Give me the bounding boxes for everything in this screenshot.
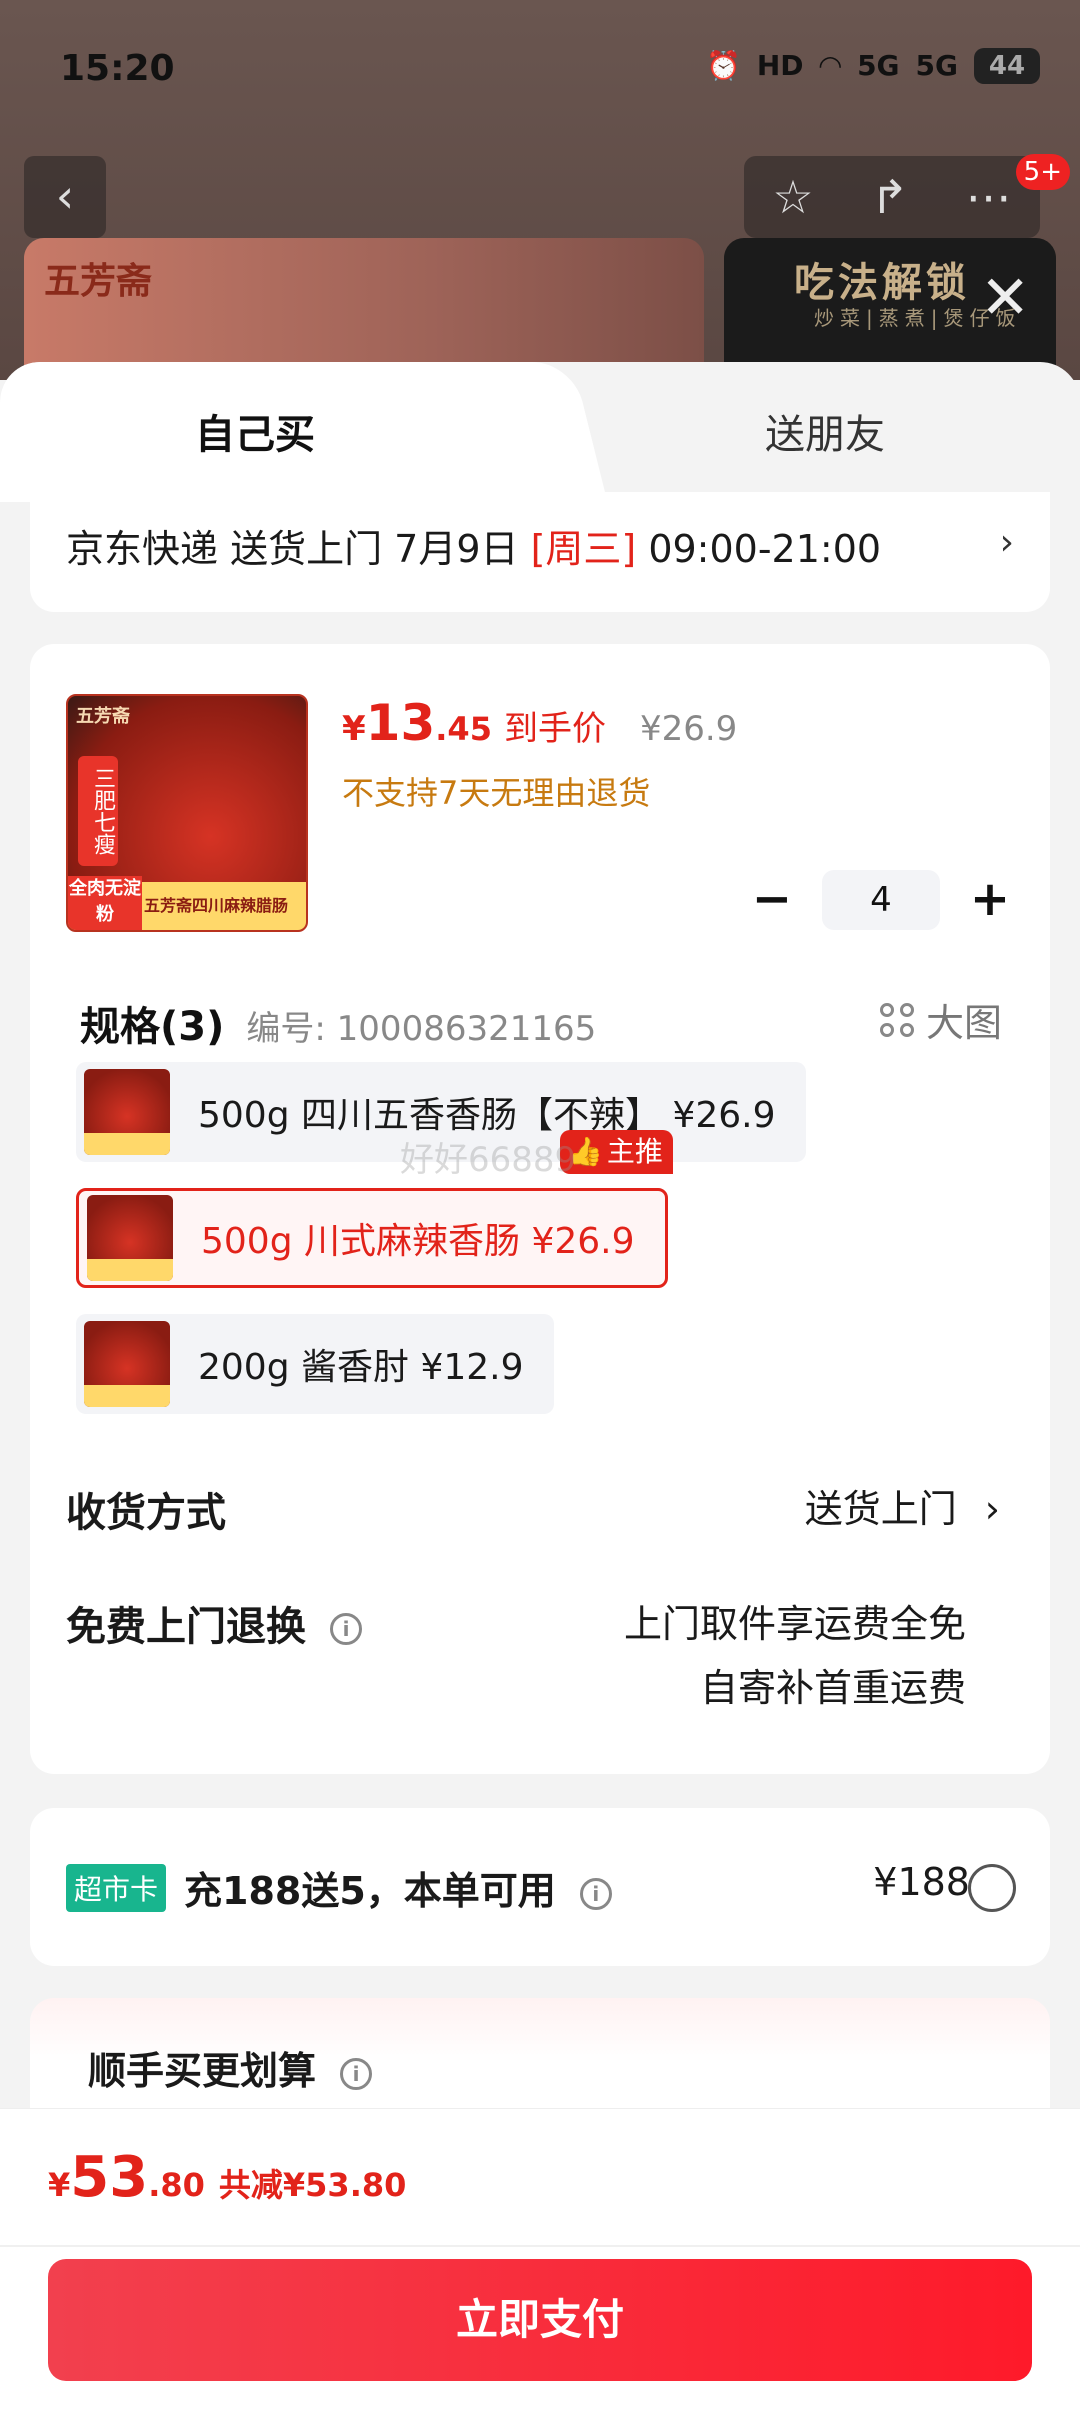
spec-label: 500g 川式麻辣香肠 ¥26.9 — [201, 1221, 635, 1262]
top-actions: ☆ ↱ ⋯ — [744, 156, 1040, 238]
price-label: 到手价 — [503, 709, 606, 749]
hd-icon: HD — [756, 49, 804, 82]
spec-title: 规格(3) — [80, 1004, 225, 1050]
back-button[interactable]: ‹ — [24, 156, 106, 238]
original-price: ¥26.9 — [639, 709, 738, 749]
supermarket-card-radio[interactable] — [968, 1864, 1016, 1912]
watermark: 好好66889 — [400, 1140, 577, 1180]
checkout-footer: ¥ 53 .80 共减¥53.80 立即支付 — [0, 2108, 1080, 2412]
spec-thumbnail — [87, 1195, 173, 1281]
spec-option-selected[interactable]: 500g 川式麻辣香肠 ¥26.9 — [76, 1188, 668, 1288]
banner-title: 吃法解锁 — [794, 259, 970, 306]
divider — [0, 2245, 1080, 2247]
price-line: ¥ 13 .45 到手价 ¥26.9 — [342, 694, 737, 752]
chevron-right-icon: › — [999, 522, 1014, 563]
signal-icon: 5G — [857, 49, 900, 82]
wifi-icon: ◠ — [819, 49, 842, 82]
spec-thumbnail — [84, 1321, 170, 1407]
status-bar: 15:20 ⏰ HD ◠ 5G 5G 44 — [0, 0, 1080, 140]
tab-buy-for-self[interactable]: 自己买 — [0, 402, 510, 460]
spec-label: 500g 四川五香香肠【不辣】 ¥26.9 — [198, 1095, 776, 1136]
big-view-button[interactable]: 大图 — [879, 992, 1002, 1047]
product-image-label: 全肉无淀粉 — [68, 876, 142, 930]
decrease-button[interactable]: − — [742, 870, 802, 930]
status-icons: ⏰ HD ◠ 5G 5G 44 — [706, 46, 1040, 86]
purchase-sheet: 自己买 送朋友 京东快递 送货上门 7月9日 [周三] 09:00-21:00 … — [0, 362, 1080, 2412]
quantity-input[interactable]: 4 — [822, 870, 940, 930]
total-savings: 共减¥53.80 — [218, 2166, 407, 2204]
recommended-badge: 👍 主推 — [560, 1130, 673, 1174]
tab-send-to-friend[interactable]: 送朋友 — [620, 402, 1030, 460]
product-code: 编号: 100086321165 — [246, 1009, 597, 1049]
price-decimal: .45 — [435, 710, 492, 748]
total-integer: 53 — [70, 2145, 149, 2210]
battery-icon: 44 — [974, 48, 1040, 84]
info-icon[interactable]: i — [330, 1613, 362, 1645]
banner-left: 五芳斋 — [24, 238, 704, 380]
info-icon[interactable]: i — [340, 2057, 373, 2090]
free-return-value: 上门取件享运费全免 自寄补首重运费 — [623, 1602, 966, 1710]
quantity-stepper: − 4 + — [742, 870, 1020, 930]
supermarket-card-badge: 超市卡 — [66, 1864, 167, 1912]
product-image-brand: 五芳斋 — [76, 706, 130, 727]
info-icon[interactable]: i — [579, 1877, 612, 1910]
total-price: ¥ 53 .80 共减¥53.80 — [48, 2145, 406, 2210]
total-currency: ¥ — [48, 2166, 71, 2204]
return-policy: 不支持7天无理由退货 — [342, 774, 651, 812]
spec-header: 规格(3) 编号: 100086321165 — [80, 994, 596, 1052]
extra-deals-title: 顺手买更划算 i — [88, 2040, 373, 2095]
share-icon[interactable]: ↱ — [870, 170, 909, 224]
increase-button[interactable]: + — [960, 870, 1020, 930]
close-icon[interactable]: ✕ — [980, 268, 1030, 328]
delivery-text: 京东快递 送货上门 7月9日 [周三] 09:00-21:00 — [66, 527, 882, 571]
chevron-right-icon: › — [984, 1487, 1000, 1531]
product-image-tag: 三肥七瘦 — [78, 756, 118, 866]
shipping-label: 收货方式 — [66, 1490, 226, 1536]
big-view-label: 大图 — [925, 1001, 1002, 1045]
grid-icon — [879, 1002, 914, 1037]
signal-icon: 5G — [915, 49, 958, 82]
supermarket-card-text: 充188送5，本单可用 i — [184, 1860, 612, 1915]
shipping-method[interactable]: 送货上门 › — [805, 1478, 1000, 1533]
status-time: 15:20 — [60, 48, 175, 89]
product-image[interactable]: 五芳斋 三肥七瘦 五芳斋四川麻辣腊肠 全肉无淀粉 — [66, 694, 308, 932]
notification-badge: 5+ — [1015, 154, 1070, 190]
price-integer: 13 — [365, 694, 436, 752]
more-icon[interactable]: ⋯ — [966, 170, 1012, 224]
delivery-weekday: [周三] — [530, 527, 637, 571]
spec-label: 200g 酱香肘 ¥12.9 — [198, 1347, 524, 1388]
supermarket-card-price: ¥188 — [873, 1860, 970, 1904]
spec-thumbnail — [84, 1069, 170, 1155]
total-decimal: .80 — [148, 2166, 205, 2204]
star-icon[interactable]: ☆ — [772, 170, 813, 224]
product-card: 五芳斋 三肥七瘦 五芳斋四川麻辣腊肠 全肉无淀粉 ¥ 13 .45 到手价 ¥2… — [30, 644, 1050, 1774]
supermarket-card-row[interactable]: 超市卡 充188送5，本单可用 i ¥188 — [30, 1808, 1050, 1966]
price-currency: ¥ — [342, 709, 366, 749]
free-return-label: 免费上门退换 i — [66, 1594, 362, 1652]
pay-now-button[interactable]: 立即支付 — [48, 2259, 1032, 2381]
brand-logo: 五芳斋 — [44, 260, 153, 302]
delivery-row[interactable]: 京东快递 送货上门 7月9日 [周三] 09:00-21:00 › — [30, 492, 1050, 612]
tab-bar: 自己买 送朋友 — [0, 362, 1080, 502]
background-page: 15:20 ⏰ HD ◠ 5G 5G 44 ‹ ☆ ↱ ⋯ 5+ 五芳斋 吃法解… — [0, 0, 1080, 380]
alarm-icon: ⏰ — [705, 49, 741, 82]
spec-option[interactable]: 200g 酱香肘 ¥12.9 — [76, 1314, 554, 1414]
